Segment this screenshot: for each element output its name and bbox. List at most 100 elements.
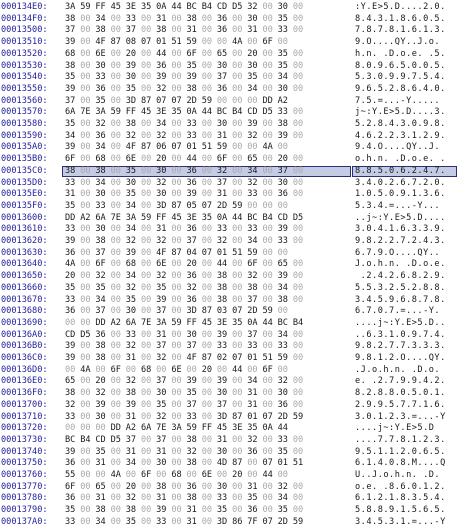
hex-row[interactable]: 00013700: 32 00 39 00 39 00 35 00 37 00 37 00 31 00 36 0…	[0, 400, 459, 412]
row-bytes[interactable]: DD A2 6A 7E 3A 59 FF 45 3E 35 0A 44 BC B4 CD D5	[65, 213, 308, 225]
row-ascii[interactable]: 4.6.2.2.3.1.2.9.	[355, 131, 446, 143]
row-ascii[interactable]: 9.8.2.7.7.3.3.3.	[355, 341, 446, 353]
hex-row[interactable]: 00013610: 33 00 30 00 34 00 31 00 36 00 33 00 33 00 39 0…	[0, 224, 459, 236]
row-bytes[interactable]: 38 00 38 00 35 00 30 00 36 00 32 00 34 00 37 00	[65, 166, 308, 178]
hex-row[interactable]: 00013730: BC B4 CD D5 37 00 37 00 38 00 31 00 32 00 33 0…	[0, 435, 459, 447]
hex-row[interactable]: 000135A0: 39 00 34 00 4F 87 06 07 01 51 59 00 00 4A 00 9…	[0, 142, 459, 154]
hex-row[interactable]: 00013520: 68 00 6E 00 20 00 44 00 6F 00 65 00 20 00 35 0…	[0, 49, 459, 61]
hex-row[interactable]: 000136E0: 65 00 20 00 32 00 37 00 39 00 39 00 34 00 32 0…	[0, 376, 459, 388]
hex-row[interactable]: 000135D0: 33 00 34 00 30 00 32 00 36 00 37 00 32 00 30 0…	[0, 178, 459, 190]
row-bytes[interactable]: 35 00 32 00 38 00 34 00 33 00 30 00 39 00 38 00	[65, 119, 308, 131]
row-bytes[interactable]: 31 00 30 00 35 00 30 00 39 00 31 00 33 00 36 00	[65, 189, 308, 201]
row-bytes[interactable]: 38 00 34 00 33 00 31 00 38 00 36 00 30 00 35 00	[65, 14, 308, 26]
hex-row[interactable]: 000134E0: 3A 59 FF 45 3E 35 0A 44 BC B4 CD D5 32 00 30 0…	[0, 2, 459, 14]
row-ascii[interactable]: j~:Y.E>5.D....3.	[355, 107, 446, 119]
row-bytes[interactable]: 33 00 30 00 34 00 31 00 36 00 33 00 33 00 39 00	[65, 224, 308, 236]
row-ascii[interactable]: o.e. .8.6.0.1.2.	[355, 482, 446, 494]
hex-row[interactable]: 00013760: 55 00 00 4A 00 6F 00 68 00 6E 00 20 00 44 00 U…	[0, 470, 459, 482]
row-ascii[interactable]: 7.5.=...-Y.....	[355, 96, 440, 108]
hex-row[interactable]: 00013580: 35 00 32 00 38 00 34 00 33 00 30 00 39 00 38 0…	[0, 119, 459, 131]
row-ascii[interactable]: 9.O....QY..J.o.	[355, 37, 440, 49]
hex-row[interactable]: 000136F0: 38 00 32 00 38 00 30 00 35 00 30 00 31 00 30 0…	[0, 388, 459, 400]
row-bytes[interactable]: 34 00 36 00 32 00 32 00 33 00 31 00 32 00 39 00	[65, 131, 308, 143]
row-bytes[interactable]: 00 00 00 DD A2 6A 7E 3A 59 FF 45 3E 35 0A 44	[65, 423, 293, 435]
row-bytes[interactable]: 37 00 38 00 37 00 38 00 31 00 36 00 31 00 33 00	[65, 25, 308, 37]
row-ascii[interactable]: 3.0.1.2.3.=...-Y	[355, 412, 446, 424]
hex-row[interactable]: 000135B0: 6F 00 68 00 6E 00 20 00 44 00 6F 00 65 00 20 0…	[0, 154, 459, 166]
row-ascii[interactable]: 9.8.2.2.7.2.4.3.	[355, 236, 446, 248]
row-bytes[interactable]: 32 00 39 00 39 00 35 00 37 00 37 00 31 00 36 00	[65, 400, 308, 412]
row-bytes[interactable]: 39 00 34 00 4F 87 06 07 01 51 59 00 00 4A 00	[65, 142, 293, 154]
row-ascii[interactable]: 3.4.5.9.6.8.7.8.	[355, 295, 446, 307]
row-bytes[interactable]: 35 00 33 00 30 00 39 00 39 00 37 00 35 00 34 00	[65, 72, 308, 84]
hex-row[interactable]: 00013680: 36 00 37 00 30 00 37 00 3D 87 03 07 2D 59 00 6…	[0, 306, 459, 318]
hex-row[interactable]: 00013660: 35 00 35 00 32 00 35 00 32 00 38 00 38 00 34 0…	[0, 283, 459, 295]
row-ascii[interactable]: .2.4.2.6.8.2.9.	[355, 271, 446, 283]
row-ascii[interactable]: ....j~:Y.E>5.D..	[355, 318, 446, 330]
row-ascii[interactable]: h.n. .D.o.e. .5.	[355, 49, 446, 61]
row-ascii[interactable]: 3.4.5.3.1.=...-Y	[355, 517, 446, 529]
hex-row[interactable]: 00013720: 00 00 00 DD A2 6A 7E 3A 59 FF 45 3E 35 0A 44.…	[0, 423, 459, 435]
row-bytes[interactable]: 39 00 38 00 31 00 32 00 4F 87 02 07 01 51 59 00	[65, 353, 308, 365]
hex-row[interactable]: 00013770: 6F 00 65 00 20 00 38 00 36 00 30 00 31 00 32 0…	[0, 482, 459, 494]
hex-row[interactable]: 00013570: 6A 7E 3A 59 FF 45 3E 35 0A 44 BC B4 CD D5 33 0…	[0, 107, 459, 119]
row-ascii[interactable]: 3.0.4.1.6.3.3.9.	[355, 224, 446, 236]
hex-row[interactable]: 00013640: 4A 00 6F 00 68 00 6E 00 20 00 44 00 6F 00 65 0…	[0, 259, 459, 271]
row-ascii[interactable]: o.h.n. .D.o.e. .	[355, 154, 446, 166]
row-ascii[interactable]: 3.4.0.2.6.7.2.0.	[355, 178, 446, 190]
row-bytes[interactable]: 65 00 20 00 32 00 37 00 39 00 39 00 34 00 32 00	[65, 376, 308, 388]
row-ascii[interactable]: 5.3.0.9.9.7.5.4.	[355, 72, 446, 84]
row-bytes[interactable]: 3A 59 FF 45 3E 35 0A 44 BC B4 CD D5 32 00 30 00	[65, 2, 308, 14]
row-ascii[interactable]: .J.o.h.n. .D.o.	[355, 365, 440, 377]
row-ascii[interactable]: 8.8.5.0.6.2.4.7.	[355, 166, 446, 178]
row-bytes[interactable]: 39 00 38 00 32 00 32 00 37 00 32 00 34 00 33 00	[65, 236, 308, 248]
hex-row[interactable]: 000136A0: CD D5 36 00 33 00 31 00 30 00 39 00 37 00 34 0…	[0, 330, 459, 342]
hex-row[interactable]: 00013500: 37 00 38 00 37 00 38 00 31 00 36 00 31 00 33 0…	[0, 25, 459, 37]
row-ascii[interactable]: 9.4.O....QY..J.	[355, 142, 440, 154]
row-bytes[interactable]: 35 00 38 00 38 00 39 00 31 00 35 00 36 00 35 00	[65, 505, 308, 517]
row-bytes[interactable]: 37 00 35 00 3D 87 07 07 2D 59 00 00 00 DD A2	[65, 96, 293, 108]
hex-row[interactable]: 00013710: 33 00 30 00 31 00 32 00 33 00 3D 87 01 07 2D 5…	[0, 412, 459, 424]
hex-row[interactable]: 000134F0: 38 00 34 00 33 00 31 00 38 00 36 00 30 00 35 0…	[0, 14, 459, 26]
row-ascii[interactable]: ..j~:Y.E>5.D....	[355, 213, 446, 225]
hex-row[interactable]: 000136D0: 00 4A 00 6F 00 68 00 6E 00 20 00 44 00 6F 00.…	[0, 365, 459, 377]
hex-row[interactable]: 00013630: 36 00 37 00 39 00 4F 87 04 07 01 51 59 00 00 6…	[0, 248, 459, 260]
hex-row[interactable]: 000135F0: 35 00 33 00 34 00 3D 87 05 07 2D 59 00 00 00 5…	[0, 201, 459, 213]
row-ascii[interactable]: ....j~:Y.E>5.D	[355, 423, 434, 435]
row-ascii[interactable]: 9.5.1.1.2.0.6.5.	[355, 447, 446, 459]
row-bytes[interactable]: 38 00 32 00 38 00 30 00 35 00 30 00 31 00 30 00	[65, 388, 308, 400]
hex-row[interactable]: 000136B0: 39 00 38 00 32 00 37 00 37 00 33 00 33 00 33 0…	[0, 341, 459, 353]
row-bytes[interactable]: 36 00 31 00 34 00 30 00 38 00 4D 87 00 07 01 51	[65, 458, 308, 470]
hex-row[interactable]: 00013600: DD A2 6A 7E 3A 59 FF 45 3E 35 0A 44 BC B4 CD D…	[0, 213, 459, 225]
row-bytes[interactable]: 68 00 6E 00 20 00 44 00 6F 00 65 00 20 00 35 00	[65, 49, 308, 61]
hex-row[interactable]: 00013540: 35 00 33 00 30 00 39 00 39 00 37 00 35 00 34 0…	[0, 72, 459, 84]
hex-row[interactable]: 00013530: 38 00 30 00 39 00 36 00 35 00 30 00 30 00 35 0…	[0, 61, 459, 73]
row-bytes[interactable]: 38 00 30 00 39 00 36 00 35 00 30 00 30 00 35 00	[65, 61, 308, 73]
hex-row[interactable]: 000137A0: 33 00 34 00 35 00 33 00 31 00 3D 86 7F 07 2D 5…	[0, 517, 459, 529]
row-bytes[interactable]: 20 00 32 00 34 00 32 00 36 00 38 00 32 00 39 00	[65, 271, 308, 283]
row-bytes[interactable]: 39 00 35 00 31 00 31 00 32 00 30 00 36 00 35 00	[65, 447, 308, 459]
hex-row[interactable]: 00013690: 00 00 DD A2 6A 7E 3A 59 FF 45 3E 35 0A 44 BC B…	[0, 318, 459, 330]
row-bytes[interactable]: 36 00 31 00 32 00 31 00 38 00 33 00 35 00 34 00	[65, 493, 308, 505]
row-ascii[interactable]: 6.7.0.7.=...-Y.	[355, 306, 440, 318]
row-ascii[interactable]: 2.9.9.5.7.7.1.6.	[355, 400, 446, 412]
row-ascii[interactable]: :Y.E>5.D....2.0.	[355, 2, 446, 14]
row-ascii[interactable]: 6.1.4.0.8.M....Q	[355, 458, 446, 470]
row-bytes[interactable]: 35 00 33 00 34 00 3D 87 05 07 2D 59 00 00 00	[65, 201, 293, 213]
row-ascii[interactable]: 8.4.3.1.8.6.0.5.	[355, 14, 446, 26]
row-ascii[interactable]: 6.7.9.O....QY..	[355, 248, 440, 260]
row-ascii[interactable]: ..6.3.1.0.9.7.4.	[355, 330, 446, 342]
row-bytes[interactable]: 6F 00 65 00 20 00 38 00 36 00 30 00 31 00 32 00	[65, 482, 308, 494]
row-bytes[interactable]: 00 4A 00 6F 00 68 00 6E 00 20 00 44 00 6F 00	[65, 365, 293, 377]
row-bytes[interactable]: 39 00 36 00 35 00 32 00 38 00 36 00 34 00 30 00	[65, 84, 308, 96]
row-bytes[interactable]: 36 00 37 00 39 00 4F 87 04 07 01 51 59 00 00	[65, 248, 293, 260]
hex-row[interactable]: 000136C0: 39 00 38 00 31 00 32 00 4F 87 02 07 01 51 59 0…	[0, 353, 459, 365]
row-ascii[interactable]: 7.8.7.8.1.6.1.3.	[355, 25, 446, 37]
hex-row[interactable]: 00013750: 36 00 31 00 34 00 30 00 38 00 4D 87 00 07 01 5…	[0, 458, 459, 470]
row-ascii[interactable]: 9.8.1.2.O....QY.	[355, 353, 446, 365]
hex-row[interactable]: 00013510: 39 00 4F 87 08 07 01 51 59 00 00 4A 00 6F 00 9…	[0, 37, 459, 49]
row-bytes[interactable]: 00 00 DD A2 6A 7E 3A 59 FF 45 3E 35 0A 44 BC B4	[65, 318, 308, 330]
row-bytes[interactable]: 39 00 4F 87 08 07 01 51 59 00 00 4A 00 6F 00	[65, 37, 293, 49]
row-ascii[interactable]: 5.5.3.2.5.2.8.8.	[355, 283, 446, 295]
row-bytes[interactable]: 33 00 34 00 35 00 33 00 31 00 3D 86 7F 07 2D 59	[65, 517, 308, 529]
